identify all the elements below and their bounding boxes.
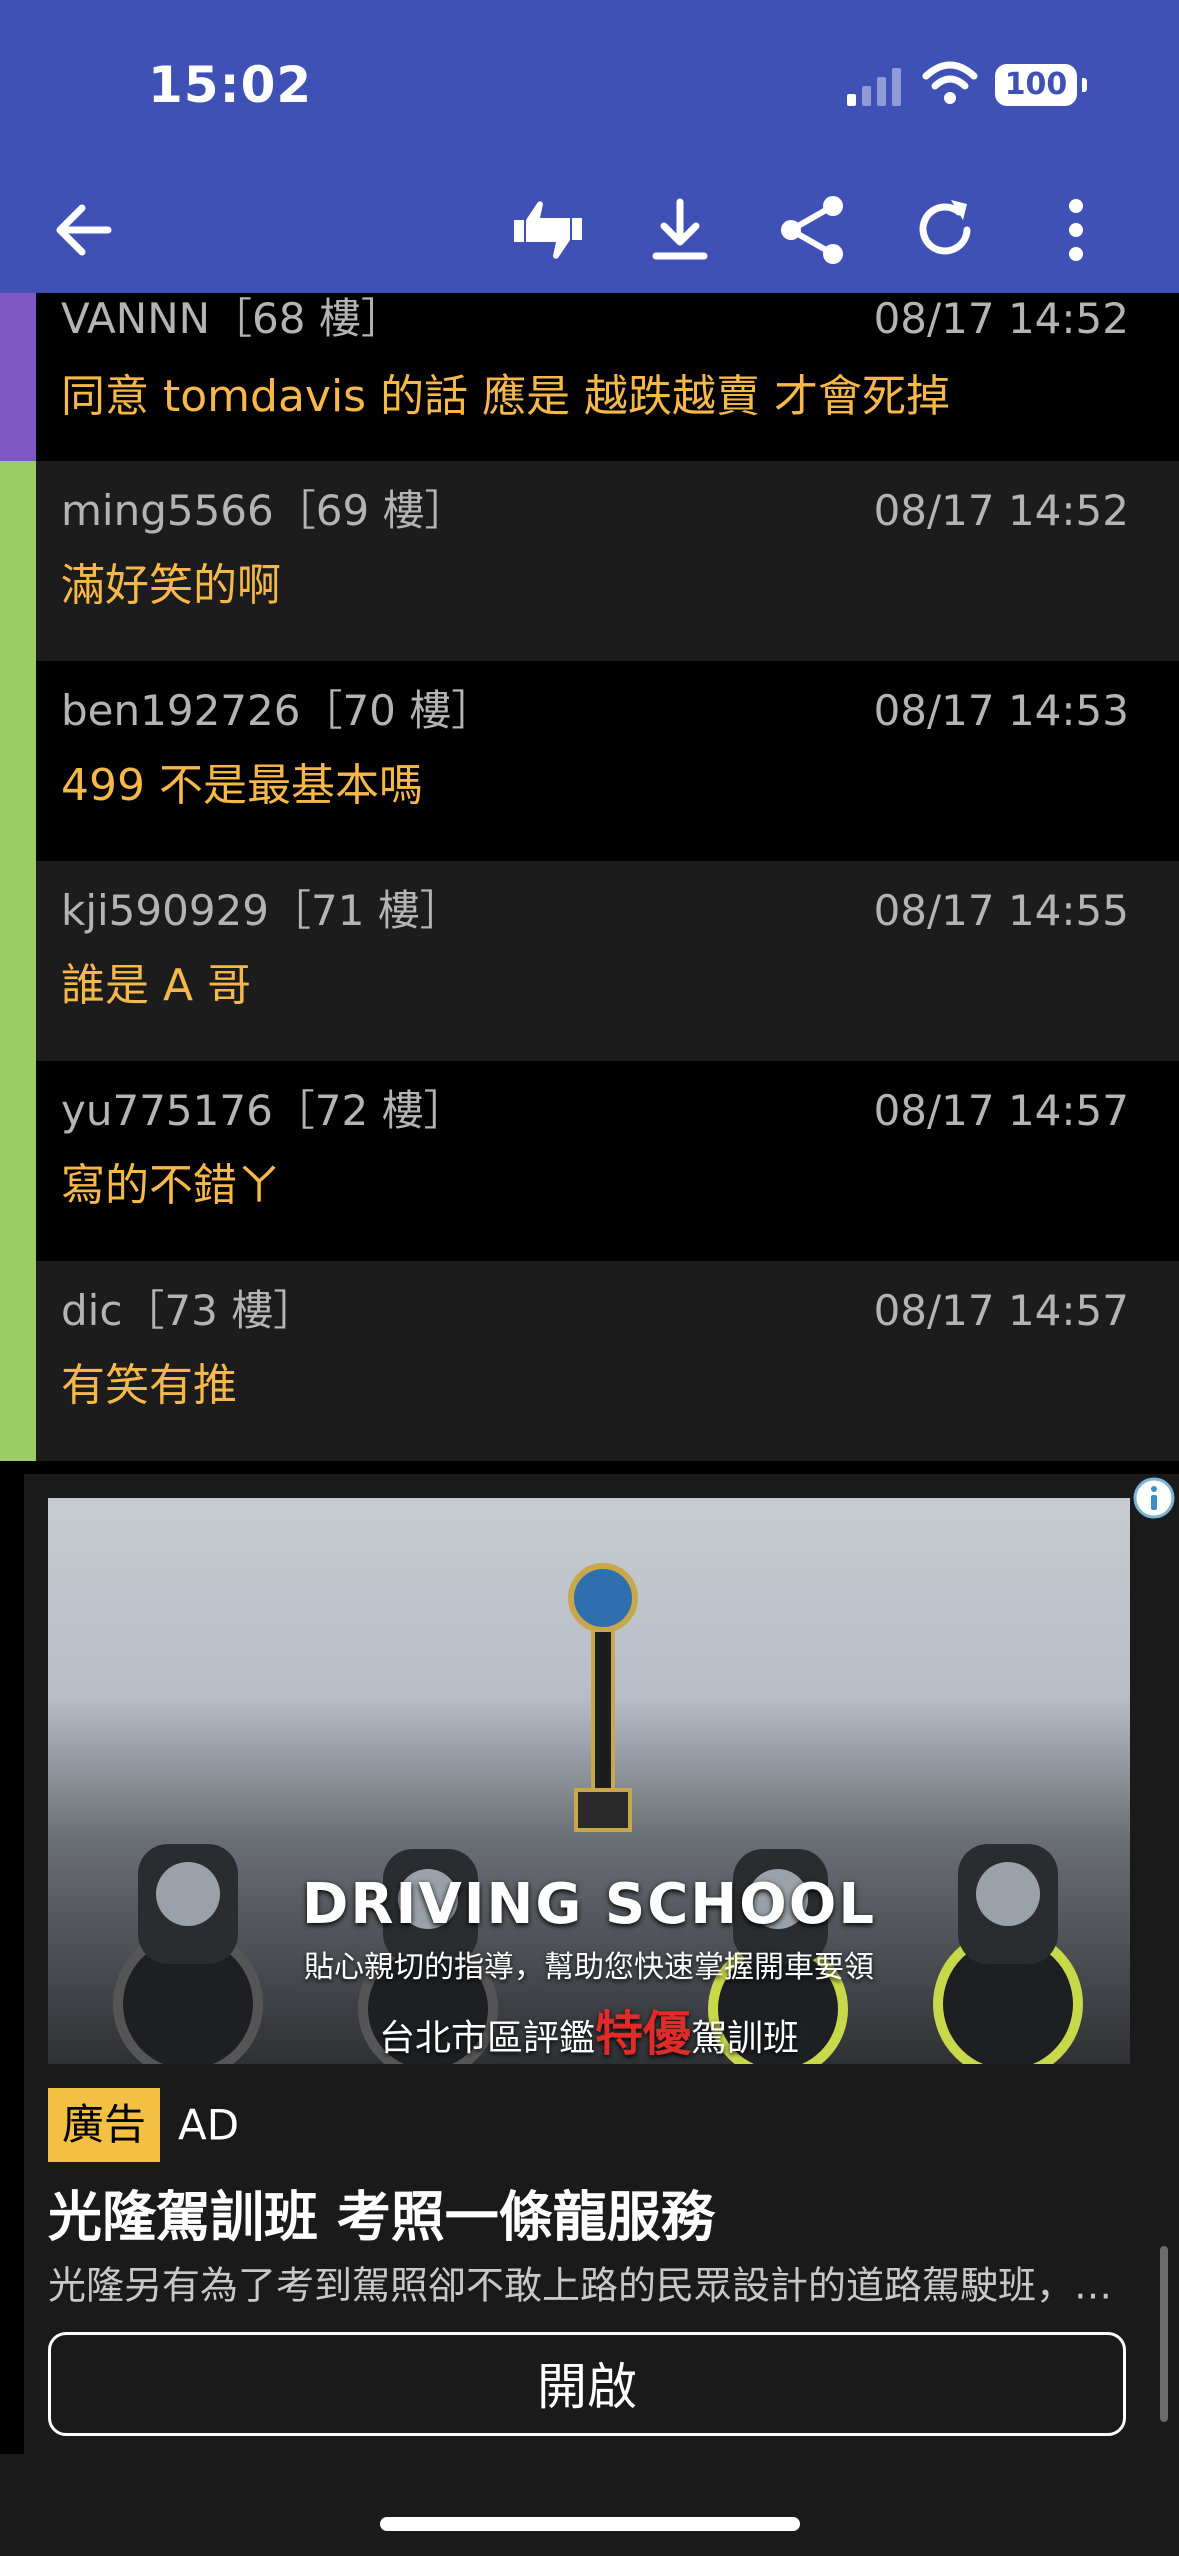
comment-row[interactable]: ming5566［69 樓］ 08/17 14:52 滿好笑的啊	[0, 461, 1179, 661]
ad-description: 光隆另有為了考到駕照卻不敢上路的民眾設計的道路駕駛班，讓您安心上路	[48, 2263, 1148, 2308]
comment-content: kji590929［71 樓］ 08/17 14:55 誰是 A 哥	[36, 861, 1179, 1061]
comment-author: kji590929［71 樓］	[61, 886, 462, 935]
comment-stripe	[0, 293, 36, 461]
comment-author: VANNN［68 樓］	[61, 294, 403, 343]
comment-text: 有笑有推	[61, 1360, 237, 1411]
comment-author: ming5566［69 樓］	[61, 486, 467, 535]
comment-row[interactable]: kji590929［71 樓］ 08/17 14:55 誰是 A 哥	[0, 861, 1179, 1061]
comment-time: 08/17 14:55	[873, 886, 1129, 935]
comment-time: 08/17 14:57	[873, 1086, 1129, 1135]
battery-indicator: 100	[995, 64, 1087, 106]
share-icon[interactable]	[773, 190, 853, 270]
status-time: 15:02	[148, 56, 313, 114]
ad-image-subline2-prefix: 台北市區評鑑	[378, 2018, 595, 2059]
ad-open-button[interactable]: 開啟	[48, 2332, 1126, 2436]
status-bar: 15:02 100	[0, 0, 1179, 170]
ad-image-subline2-suffix: 駕訓班	[691, 2018, 800, 2059]
ad-image-subline2-highlight: 特優	[594, 2006, 691, 2062]
comment-author: ben192726［70 樓］	[61, 686, 494, 735]
ad-image-subline2: 台北市區評鑑特優駕訓班	[48, 1994, 1130, 2064]
comment-time: 08/17 14:57	[873, 1286, 1129, 1335]
comment-stripe	[0, 661, 36, 861]
signal-icon	[845, 66, 905, 108]
app-bar: 15:02 100	[0, 0, 1179, 293]
trophy-illustration	[568, 1563, 638, 1832]
comment-time: 08/17 14:52	[873, 486, 1129, 535]
comment-row[interactable]: yu775176［72 樓］ 08/17 14:57 寫的不錯ㄚ	[0, 1061, 1179, 1261]
ad-image-subline: 貼心親切的指導，幫助您快速掌握開車要領	[304, 1950, 874, 1985]
comment-row[interactable]: dic［73 樓］ 08/17 14:57 有笑有推	[0, 1261, 1179, 1461]
bottom-bar	[0, 2454, 1179, 2556]
comment-stripe	[0, 861, 36, 1061]
wifi-icon	[922, 58, 978, 108]
comment-author: yu775176［72 樓］	[61, 1086, 466, 1135]
comment-stripe	[0, 1261, 36, 1461]
comment-time: 08/17 14:52	[873, 294, 1129, 343]
ad-image[interactable]: DRIVING SCHOOL 貼心親切的指導，幫助您快速掌握開車要領 台北市區評…	[48, 1498, 1130, 2064]
comment-text: 寫的不錯ㄚ	[61, 1160, 281, 1211]
comment-list: VANNN［68 樓］ 08/17 14:52 同意 tomdavis 的話 應…	[0, 293, 1179, 1461]
ad-title[interactable]: 光隆駕訓班 考照一條龍服務	[48, 2173, 715, 2252]
comment-content: ben192726［70 樓］ 08/17 14:53 499 不是最基本嗎	[36, 661, 1179, 861]
info-icon[interactable]	[1132, 1476, 1176, 1520]
refresh-icon[interactable]	[905, 190, 985, 270]
download-icon[interactable]	[640, 190, 720, 270]
comment-row[interactable]: ben192726［70 樓］ 08/17 14:53 499 不是最基本嗎	[0, 661, 1179, 861]
comment-content: ming5566［69 樓］ 08/17 14:52 滿好笑的啊	[36, 461, 1179, 661]
scrollbar[interactable]	[1160, 2246, 1168, 2422]
comment-content: yu775176［72 樓］ 08/17 14:57 寫的不錯ㄚ	[36, 1061, 1179, 1261]
comment-content: VANNN［68 樓］ 08/17 14:52 同意 tomdavis 的話 應…	[36, 293, 1179, 461]
comment-text: 誰是 A 哥	[61, 960, 252, 1011]
comment-stripe	[0, 1061, 36, 1261]
thumbs-up-down-icon[interactable]	[508, 190, 588, 270]
back-arrow-icon[interactable]	[44, 190, 124, 270]
home-indicator[interactable]	[380, 2517, 800, 2531]
comment-author: dic［73 樓］	[61, 1286, 316, 1335]
ad-card[interactable]: DRIVING SCHOOL 貼心親切的指導，幫助您快速掌握開車要領 台北市區評…	[24, 1474, 1179, 2454]
comment-row[interactable]: VANNN［68 樓］ 08/17 14:52 同意 tomdavis 的話 應…	[0, 293, 1179, 461]
comment-text: 滿好笑的啊	[61, 560, 281, 611]
ad-image-headline: DRIVING SCHOOL	[301, 1872, 877, 1937]
comment-stripe	[0, 461, 36, 661]
ad-label: AD	[178, 2100, 240, 2150]
ad-badge: 廣告	[48, 2088, 161, 2162]
comment-time: 08/17 14:53	[873, 686, 1129, 735]
more-vert-icon[interactable]	[1036, 190, 1116, 270]
comment-text: 同意 tomdavis 的話 應是 越跌越賣 才會死掉	[61, 371, 951, 422]
comment-text: 499 不是最基本嗎	[61, 760, 423, 811]
comment-content: dic［73 樓］ 08/17 14:57 有笑有推	[36, 1261, 1179, 1461]
